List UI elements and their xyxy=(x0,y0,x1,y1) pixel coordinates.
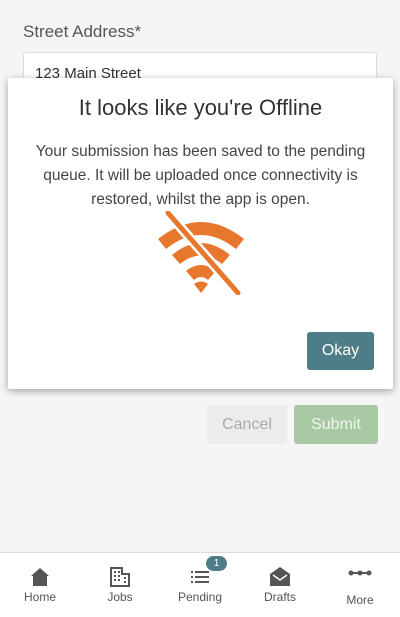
nav-item-home[interactable]: Home xyxy=(0,553,80,617)
dialog-title: It looks like you're Offline xyxy=(78,95,323,120)
bottom-nav: Home Jobs 1 Pending Drafts More xyxy=(0,552,400,617)
nav-label-more: More xyxy=(346,593,374,607)
nav-item-more[interactable]: More xyxy=(320,553,400,617)
submit-button[interactable]: Submit xyxy=(294,405,378,444)
nav-label-pending: Pending xyxy=(177,590,223,604)
okay-button[interactable]: Okay xyxy=(307,332,374,370)
cancel-button[interactable]: Cancel xyxy=(207,405,287,444)
nav-label-jobs: Jobs xyxy=(107,590,133,604)
building-icon xyxy=(110,567,130,587)
nav-label-home: Home xyxy=(23,590,56,604)
nav-item-drafts[interactable]: Drafts xyxy=(240,553,320,617)
home-icon xyxy=(31,568,49,586)
more-dots-icon xyxy=(348,570,372,576)
page: Street Address* 123 Main Street Cancel S… xyxy=(0,0,400,617)
nav-label-drafts: Drafts xyxy=(263,590,296,604)
wifi-off-icon xyxy=(158,211,244,295)
nav-item-pending[interactable]: 1 Pending xyxy=(160,553,240,617)
nav-item-jobs[interactable]: Jobs xyxy=(80,553,160,617)
form-actions: Cancel Submit xyxy=(0,405,400,445)
pending-count-badge: 1 xyxy=(206,556,227,571)
envelope-open-icon xyxy=(270,567,290,586)
offline-dialog: It looks like you're Offline Your submis… xyxy=(8,78,393,389)
dialog-message: Your submission has been saved to the pe… xyxy=(35,143,366,208)
street-address-label: Street Address* xyxy=(23,22,142,41)
